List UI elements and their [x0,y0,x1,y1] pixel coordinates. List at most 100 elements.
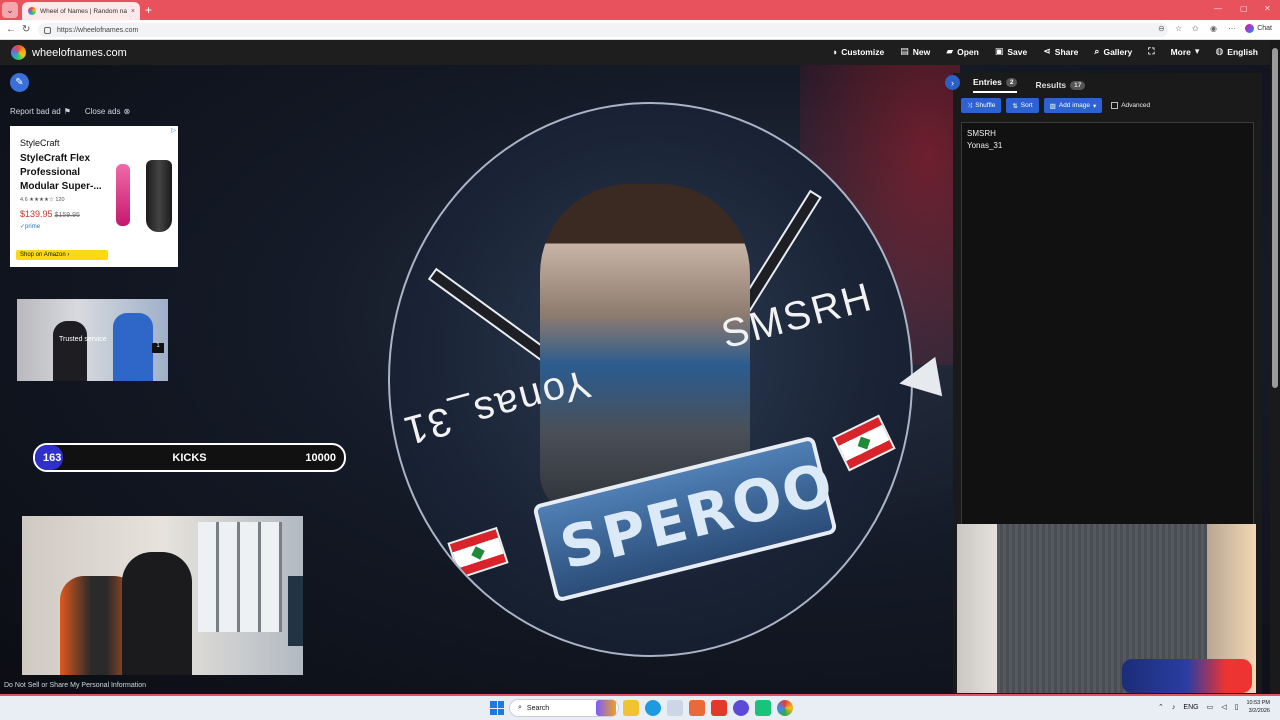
image-icon: ▨ [1049,102,1056,110]
shuffle-icon: ⤨ [967,101,973,109]
minimize-icon[interactable]: — [1214,4,1222,13]
menu-label: More [1170,46,1191,57]
shuffle-label: Shuffle [975,102,996,109]
battery-icon[interactable]: ▯ [1235,703,1239,711]
maximize-icon[interactable]: ▢ [1240,4,1248,13]
clock-date: 3/2/2026 [1248,708,1270,714]
privacy-link[interactable]: Do Not Sell or Share My Personal Informa… [4,682,146,689]
video-ad[interactable]: Trusted service 1 [17,299,168,381]
app-icon[interactable] [755,700,771,716]
chevron-up-icon[interactable]: ⌃ [1158,703,1164,711]
tab-close-icon[interactable]: × [131,8,140,15]
close-ads-link[interactable]: Close ads ⊗ [85,107,130,116]
video-ad-person [113,313,153,381]
ad-shop-button[interactable]: Shop on Amazon › [16,250,108,260]
menu-label: Save [1007,46,1028,57]
tab-label: Results [1035,80,1067,90]
site-info-icon[interactable] [44,26,51,34]
wheel-logo-icon [11,45,26,60]
widgets-icon[interactable] [596,700,616,716]
entries-textarea[interactable]: SMSRH Yonas_31 [961,122,1254,527]
url-text: https://wheelofnames.com [57,26,139,34]
start-button[interactable] [490,701,504,715]
file-explorer-icon[interactable] [623,700,639,716]
spin-wheel[interactable]: SMSRH Yonas_31 SPEROO [388,102,913,657]
ad-controls: Report bad ad ⚑ Close ads ⊗ [10,107,130,116]
brand-link[interactable]: wheelofnames.com [11,45,127,60]
checkbox-icon[interactable] [1111,102,1119,109]
site-header: wheelofnames.com ◑ Customize ▤ New ▰ Open ▣… [0,40,1270,65]
folder-icon: ▰ [946,46,954,56]
copilot-icon [1245,24,1255,33]
tab-results[interactable]: Results 17 [1035,77,1086,93]
discord-icon[interactable] [733,700,749,716]
menu-save[interactable]: ▣ Save [995,46,1027,57]
menu-label: Share [1054,46,1079,57]
report-bad-ad-link[interactable]: Report bad ad ⚑ [10,107,71,116]
menu-label: New [912,46,931,57]
system-tray: ⌃ ♪ ENG ▭ ◁ ▯ 10:53 PM 3/2/2026 [1158,699,1270,715]
browser-tab[interactable]: Wheel of Names | Random name × [22,2,140,20]
shuffle-button[interactable]: ⤨ Shuffle [961,98,1002,113]
webcam-object [1122,659,1252,693]
menu-gallery[interactable]: ⌕ Gallery [1094,46,1132,57]
clock-time: 10:53 PM [1246,700,1270,706]
bookmark-star-icon[interactable]: ☆ [1175,24,1182,33]
edit-wheel-button[interactable]: ✎ [10,73,29,92]
chevron-down-icon: ▾ [1092,102,1097,110]
menu-customize[interactable]: ◑ Customize [832,46,884,57]
language-indicator[interactable]: ENG [1183,704,1198,711]
microphone-icon[interactable]: ♪ [1172,704,1176,711]
store-icon[interactable] [667,700,683,716]
collapse-panel-button[interactable]: › [945,75,960,90]
app-icon[interactable] [711,700,727,716]
tab-entries[interactable]: Entries 2 [973,77,1018,93]
kicks-label: KICKS [172,452,207,464]
more-options-icon[interactable]: ⋯ [1228,24,1236,33]
adchoices-icon[interactable]: ▷ [171,127,176,134]
advanced-checkbox[interactable]: Advanced [1111,102,1150,109]
tab-label: Entries [973,77,1002,87]
edge-icon[interactable] [645,700,661,716]
display-ad[interactable]: ▷ StyleCraft StyleCraft Flex Professiona… [10,126,178,267]
share-icon: ⋖ [1043,46,1051,56]
favorites-icon[interactable]: ✩ [1192,24,1199,33]
ad-product-dryer [146,160,172,232]
tab-menu-icon[interactable]: ⌄ [2,2,18,18]
zoom-icon[interactable]: ⊖ [1158,24,1165,33]
new-tab-button[interactable]: + [145,3,152,17]
entries-count-badge: 2 [1005,77,1018,87]
network-icon[interactable]: ▭ [1207,703,1214,711]
entry-line: SMSRH [967,129,996,138]
chevron-right-icon: › [951,77,954,88]
scrollbar-thumb[interactable] [1272,48,1278,388]
video-ad-counter[interactable]: 1 [152,343,164,353]
add-image-button[interactable]: ▨ Add image ▾ [1043,98,1103,113]
lebanon-flag-icon [832,414,896,472]
page-scrollbar[interactable] [1270,40,1280,695]
clock[interactable]: 10:53 PM 3/2/2026 [1246,699,1270,715]
profile-icon[interactable]: ◉ [1210,24,1217,33]
app-icon[interactable] [689,700,705,716]
url-field[interactable]: https://wheelofnames.com [38,23,1168,37]
advanced-label: Advanced [1121,102,1151,109]
sort-button[interactable]: ⇅ Sort [1006,98,1039,113]
pencil-icon: ✎ [15,77,24,88]
reload-icon[interactable]: ↻ [22,23,30,37]
save-icon: ▣ [994,46,1004,56]
browser-tab-bar: ⌄ Wheel of Names | Random name × + — ▢ ✕ [0,0,1280,20]
menu-more[interactable]: More ▾ [1171,46,1200,57]
menu-open[interactable]: ▰ Open [946,46,979,57]
volume-icon[interactable]: ◁ [1221,703,1226,711]
chrome-icon[interactable] [777,700,793,716]
menu-label: Customize [841,46,885,57]
menu-language[interactable]: ◍ English [1215,46,1258,57]
back-icon[interactable]: ← [6,23,16,37]
address-bar: ← ↻ https://wheelofnames.com ⊖ ☆ ✩ ◉ ⋯ C… [0,20,1280,40]
menu-fullscreen[interactable]: ⛶ [1148,46,1154,57]
close-window-icon[interactable]: ✕ [1264,4,1271,13]
chat-button[interactable]: Chat [1245,24,1272,33]
menu-share[interactable]: ⋖ Share [1043,46,1078,57]
palette-icon: ◑ [831,46,838,57]
menu-new[interactable]: ▤ New [900,46,930,57]
